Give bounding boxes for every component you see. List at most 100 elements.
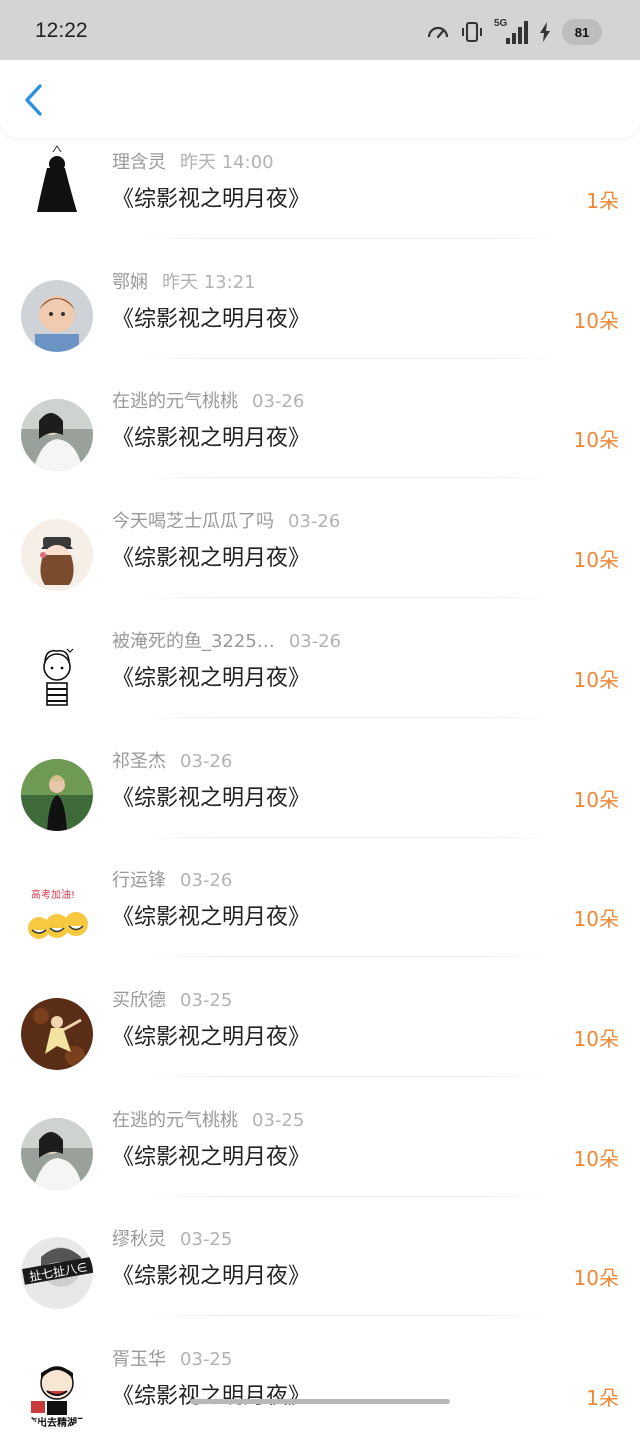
timestamp: 03-25 [180,989,233,1011]
user-name[interactable]: 今天喝芝士瓜瓜了吗 [112,511,274,532]
user-name[interactable]: 买欣德 [112,990,166,1011]
charging-icon [538,21,552,43]
avatar[interactable] [21,142,93,214]
list-item[interactable]: 理含灵 昨天 14:00 《综影视之明月夜》 1朵 [0,138,640,258]
gift-count: 10朵 [573,428,619,453]
user-meta: 理含灵 昨天 14:00 [112,148,274,174]
user-name[interactable]: 胥玉华 [112,1349,166,1370]
chevron-left-icon [18,84,52,124]
gift-count: 10朵 [573,548,619,573]
user-meta: 行运锋 03-26 [112,866,232,892]
timestamp: 昨天 14:00 [180,152,274,173]
book-title: 《综影视之明月夜》 [112,306,311,332]
avatar[interactable] [21,279,93,352]
timestamp: 03-26 [180,870,233,892]
timestamp: 03-25 [252,1109,305,1131]
list-item[interactable]: 被淹死的鱼_3225… 03-26 《综影视之明月夜》 10朵 [0,617,640,737]
gift-count: 10朵 [573,1146,619,1171]
timestamp: 03-26 [288,630,342,652]
book-title: 《综影视之明月夜》 [112,905,311,931]
user-name[interactable]: 在逃的元气桃桃 [112,391,238,412]
book-title: 《综影视之明月夜》 [112,187,311,212]
divider [140,1315,560,1317]
vibrate-icon [460,20,484,44]
user-meta: 在逃的元气桃桃 03-26 [112,387,304,413]
avatar[interactable] [21,997,93,1070]
gift-count: 1朵 [586,189,619,213]
divider [140,1195,560,1197]
book-title: 《综影视之明月夜》 [112,546,311,572]
list-item[interactable]: 买欣德 03-25 《综影视之明月夜》 10朵 [0,976,640,1096]
gift-count: 1朵 [586,1386,619,1410]
divider [140,1075,560,1077]
user-name[interactable]: 缪秋灵 [112,1229,166,1250]
user-name[interactable]: 理含灵 [112,152,166,173]
status-icons: 5G 81 [426,18,602,46]
list-item[interactable]: 在逃的元气桃桃 03-26 《综影视之明月夜》 10朵 [0,377,640,497]
book-title: 《综影视之明月夜》 [112,1264,311,1290]
divider [140,238,560,239]
book-title: 《综影视之明月夜》 [112,665,311,691]
avatar-caption: 高考加油! [31,890,76,902]
book-title: 《综影视之明月夜》 [112,426,311,452]
avatar[interactable] [21,399,93,472]
avatar[interactable] [21,519,93,592]
user-name[interactable]: 鄂娴 [112,272,148,293]
list-item[interactable]: 祁圣杰 03-26 《综影视之明月夜》 10朵 [0,737,640,857]
list-item[interactable]: 高考加油! 行运锋 03-26 《综影视之明月夜》 10朵 [0,856,640,976]
timestamp: 昨天 13:21 [162,271,256,293]
avatar[interactable]: 拖出去精湖了 [21,1357,93,1429]
speedometer-icon [426,20,450,44]
gift-count: 10朵 [573,1026,619,1051]
list-item[interactable]: 鄂娴 昨天 13:21 《综影视之明月夜》 10朵 [0,258,640,378]
user-meta: 缪秋灵 03-25 [112,1225,232,1251]
divider [140,357,560,359]
user-name[interactable]: 在逃的元气桃桃 [112,1110,238,1131]
signal-icon: 5G [494,18,528,46]
divider [140,716,560,718]
user-meta: 在逃的元气桃桃 03-25 [112,1106,304,1132]
list-item[interactable]: 拖出去精湖了 胥玉华 03-25 《综影视之明月夜》 1朵 [0,1335,640,1455]
divider [140,836,560,838]
status-time: 12:22 [35,19,88,42]
timestamp: 03-26 [252,391,305,413]
header [0,60,640,138]
timestamp: 03-25 [180,1349,233,1370]
list-item[interactable]: 扯七扯八∈ 缪秋灵 03-25 《综影视之明月夜》 10朵 [0,1215,640,1335]
timestamp: 03-26 [180,750,233,772]
timestamp: 03-25 [180,1229,233,1251]
avatar[interactable]: 扯七扯八∈ [21,1237,93,1310]
divider [140,477,560,479]
gift-count: 10朵 [573,667,619,692]
gift-count: 10朵 [573,907,619,932]
divider [140,597,560,599]
user-meta: 祁圣杰 03-26 [112,747,232,773]
timestamp: 03-26 [288,511,341,533]
avatar[interactable] [21,758,93,831]
user-meta: 买欣德 03-25 [112,986,232,1012]
user-meta: 鄂娴 昨天 13:21 [112,268,256,294]
list-item[interactable]: 今天喝芝士瓜瓜了吗 03-26 《综影视之明月夜》 10朵 [0,497,640,617]
user-meta: 被淹死的鱼_3225… 03-26 [112,627,341,653]
avatar[interactable] [21,638,93,711]
user-name[interactable]: 被淹死的鱼_3225… [112,631,275,652]
gift-count: 10朵 [573,308,619,333]
avatar[interactable]: 高考加油! [21,878,93,951]
gift-count: 10朵 [573,1266,619,1291]
battery-level: 81 [562,19,602,45]
back-button[interactable] [18,80,52,120]
avatar[interactable] [21,1117,93,1190]
divider [140,956,560,958]
list-item[interactable]: 在逃的元气桃桃 03-25 《综影视之明月夜》 10朵 [0,1096,640,1216]
user-name[interactable]: 祁圣杰 [112,751,166,772]
gift-count: 10朵 [573,787,619,812]
user-name[interactable]: 行运锋 [112,870,166,891]
status-bar: 12:22 5G 81 [0,0,640,60]
book-title: 《综影视之明月夜》 [112,1144,311,1170]
book-title: 《综影视之明月夜》 [112,1024,311,1050]
user-meta: 今天喝芝士瓜瓜了吗 03-26 [112,507,340,533]
book-title: 《综影视之明月夜》 [112,785,311,811]
book-title: 《综影视之明月夜》 [112,1384,311,1409]
home-indicator[interactable] [190,1399,450,1404]
user-meta: 胥玉华 03-25 [112,1345,232,1371]
